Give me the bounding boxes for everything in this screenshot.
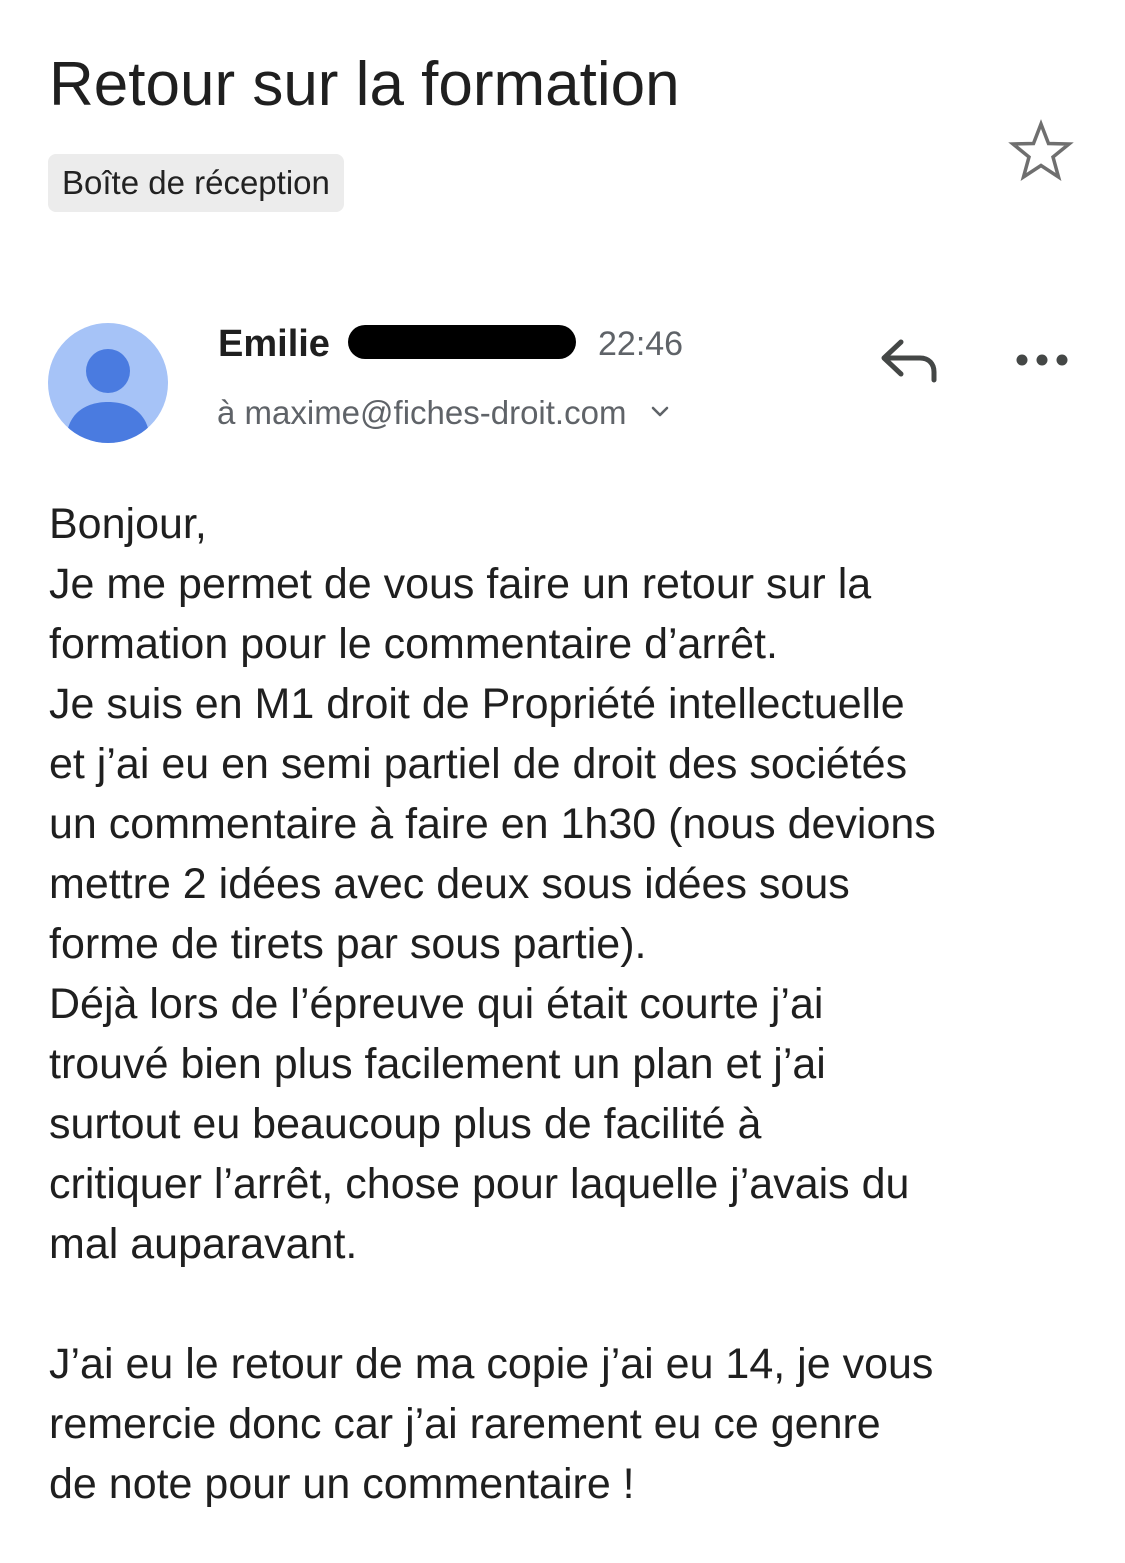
body-line: Déjà lors de l’épreuve qui était courte … bbox=[49, 980, 824, 1028]
email-body: Bonjour, Je me permet de vous faire un r… bbox=[49, 494, 1089, 1514]
body-line: mal auparavant. bbox=[49, 1220, 358, 1268]
more-options-button[interactable] bbox=[1012, 345, 1072, 375]
body-line: Bonjour, bbox=[49, 500, 207, 548]
body-line: forme de tirets par sous partie). bbox=[49, 920, 647, 968]
sender-name[interactable]: Emilie bbox=[218, 318, 330, 370]
email-time: 22:46 bbox=[598, 325, 684, 363]
body-line: surtout eu beaucoup plus de facilité à bbox=[49, 1100, 762, 1148]
body-line: remercie donc car j’ai rarement eu ce ge… bbox=[49, 1400, 881, 1448]
recipient-text: à maxime@fiches-droit.com bbox=[217, 394, 627, 431]
body-line: et j’ai eu en semi partiel de droit des … bbox=[49, 740, 908, 788]
email-subject: Retour sur la formation bbox=[49, 50, 680, 119]
body-line: J’ai eu le retour de ma copie j’ai eu 14… bbox=[49, 1340, 934, 1388]
body-line: Je suis en M1 droit de Propriété intelle… bbox=[49, 680, 905, 728]
body-line: formation pour le commentaire d’arrêt. bbox=[49, 620, 778, 668]
body-line: critiquer l’arrêt, chose pour laquelle j… bbox=[49, 1160, 910, 1208]
star-outline-icon bbox=[1008, 119, 1074, 182]
body-line: un commentaire à faire en 1h30 (nous dev… bbox=[49, 800, 936, 848]
more-horizontal-icon bbox=[1016, 354, 1068, 366]
body-line: Je me permet de vous faire un retour sur… bbox=[49, 560, 872, 608]
body-line: trouvé bien plus facilement un plan et j… bbox=[49, 1040, 826, 1088]
recipient-details[interactable]: à maxime@fiches-droit.com bbox=[217, 387, 670, 439]
body-line: de note pour un commentaire ! bbox=[49, 1460, 635, 1508]
sender-avatar[interactable] bbox=[48, 323, 168, 443]
chevron-down-icon bbox=[651, 406, 668, 417]
person-avatar-icon bbox=[66, 349, 150, 443]
inbox-label-chip[interactable]: Boîte de réception bbox=[48, 154, 344, 212]
star-button[interactable] bbox=[1008, 118, 1074, 184]
redacted-surname bbox=[348, 325, 576, 359]
reply-button[interactable] bbox=[878, 334, 940, 388]
reply-arrow-icon bbox=[881, 339, 937, 383]
body-line: mettre 2 idées avec deux sous idées sous bbox=[49, 860, 850, 908]
